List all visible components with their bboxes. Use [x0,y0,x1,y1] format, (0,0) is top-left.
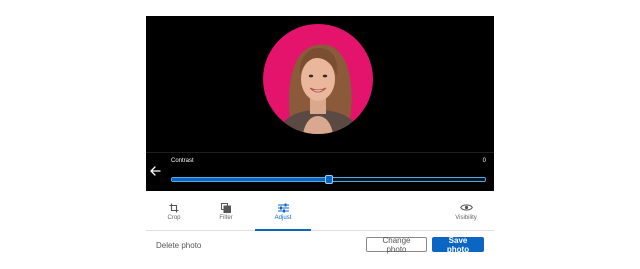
tab-crop[interactable]: Crop [146,192,202,230]
tab-label: Visibility [455,215,477,221]
tab-adjust[interactable]: Adjust [255,192,311,231]
back-arrow-icon[interactable] [148,164,162,178]
adjust-icon [277,202,289,213]
delete-photo-link[interactable]: Delete photo [156,241,201,250]
editor-divider [146,152,494,153]
slider-value: 0 [482,158,486,164]
portrait-image [277,44,361,134]
editor-tabs: Crop Filter Adjust Visibility [146,192,494,231]
change-photo-button[interactable]: Change photo [366,236,427,254]
tab-label: Crop [167,215,181,221]
tab-filter[interactable]: Filter [198,192,254,230]
crop-icon [169,202,179,213]
slider-thumb[interactable] [324,175,333,184]
profile-photo[interactable] [263,24,373,134]
tab-visibility[interactable]: Visibility [438,192,494,230]
photo-footer: Delete photo Change photo Save photo [146,231,494,261]
slider-fill [172,178,329,181]
tab-label: Adjust [274,215,292,221]
filter-icon [221,202,231,213]
slider-label: Contrast [171,158,194,164]
photo-preview [146,16,494,152]
save-photo-button[interactable]: Save photo [432,236,484,254]
eye-icon [459,202,473,213]
tab-label: Filter [219,215,233,221]
contrast-slider[interactable] [171,175,486,184]
photo-editor: Contrast 0 [146,16,494,191]
